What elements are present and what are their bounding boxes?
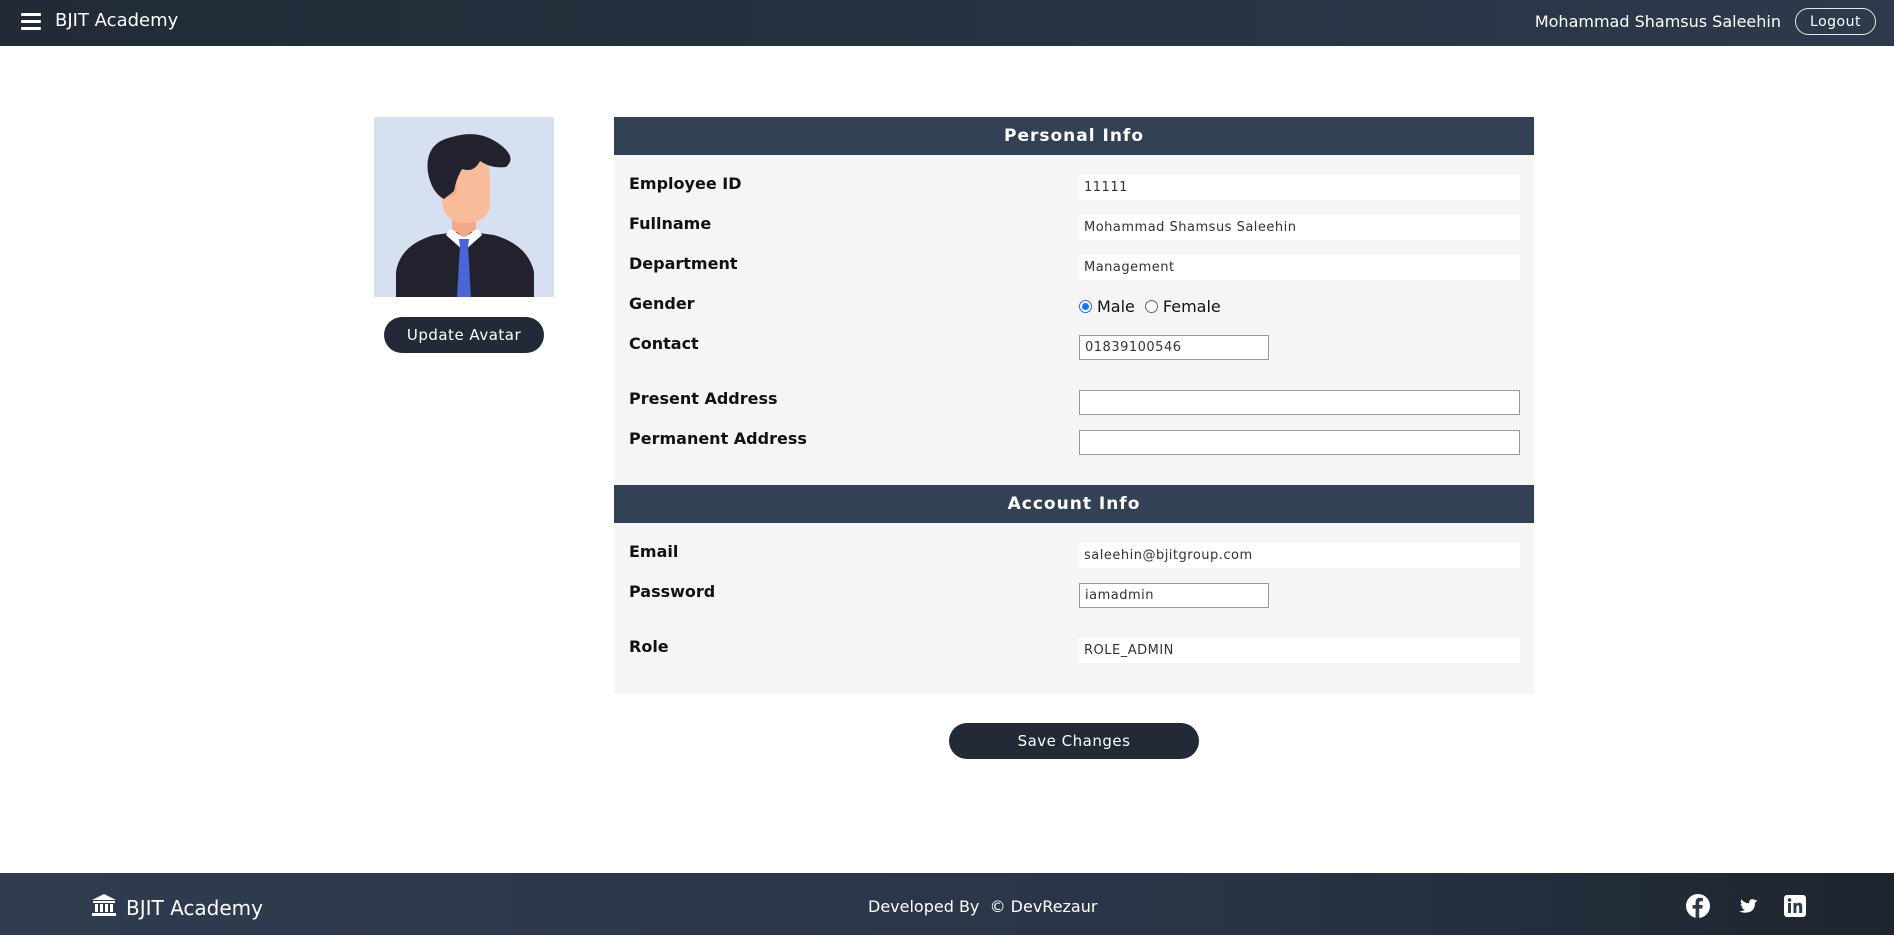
role-label: Role [629,637,669,656]
contact-label: Contact [629,334,699,353]
footer: BJIT Academy Developed By © DevRezaur [0,873,1894,935]
permanent-address-label: Permanent Address [629,429,807,448]
present-address-input[interactable] [1079,390,1520,415]
department-field: Management [1079,255,1520,280]
email-label: Email [629,542,679,561]
save-changes-button[interactable]: Save Changes [949,723,1199,759]
employee-id-label: Employee ID [629,174,742,193]
personal-info-header: Personal Info [614,117,1534,155]
permanent-address-input[interactable] [1079,430,1520,455]
present-address-label: Present Address [629,389,778,408]
linkedin-icon[interactable] [1783,894,1807,918]
logout-button[interactable]: Logout [1795,8,1876,35]
contact-input[interactable] [1079,335,1269,360]
gender-label: Gender [629,294,695,313]
gender-radio-group: Male Female [1079,297,1231,316]
email-field: saleehin@bjitgroup.com [1079,543,1520,568]
hamburger-menu-icon[interactable] [21,13,41,31]
facebook-icon[interactable] [1686,894,1710,918]
personal-info-panel: Personal Info Employee ID 11111 Fullname… [614,117,1534,485]
footer-credit: Developed By © DevRezaur [868,897,1098,916]
account-info-header: Account Info [614,485,1534,523]
gender-male-label[interactable]: Male [1097,297,1135,316]
navbar-user-name: Mohammad Shamsus Saleehin [1534,12,1781,31]
footer-brand[interactable]: BJIT Academy [92,894,263,921]
fullname-label: Fullname [629,214,712,233]
avatar [374,117,554,297]
twitter-icon[interactable] [1735,894,1759,918]
update-avatar-button[interactable]: Update Avatar [384,317,544,353]
top-navbar: BJIT Academy Mohammad Shamsus Saleehin L… [0,0,1894,46]
gender-female-radio[interactable] [1144,300,1158,313]
employee-id-field: 11111 [1079,175,1520,200]
user-avatar-icon [374,117,554,297]
department-label: Department [629,254,738,273]
password-label: Password [629,582,716,601]
gender-female-label[interactable]: Female [1163,297,1221,316]
fullname-field: Mohammad Shamsus Saleehin [1079,215,1520,240]
bank-icon [92,894,116,921]
password-input[interactable] [1079,583,1269,608]
account-info-panel: Account Info Email saleehin@bjitgroup.co… [614,485,1534,694]
role-field: ROLE_ADMIN [1079,638,1520,663]
navbar-brand[interactable]: BJIT Academy [55,10,178,31]
footer-brand-label: BJIT Academy [126,895,263,920]
gender-male-radio[interactable] [1079,300,1092,313]
